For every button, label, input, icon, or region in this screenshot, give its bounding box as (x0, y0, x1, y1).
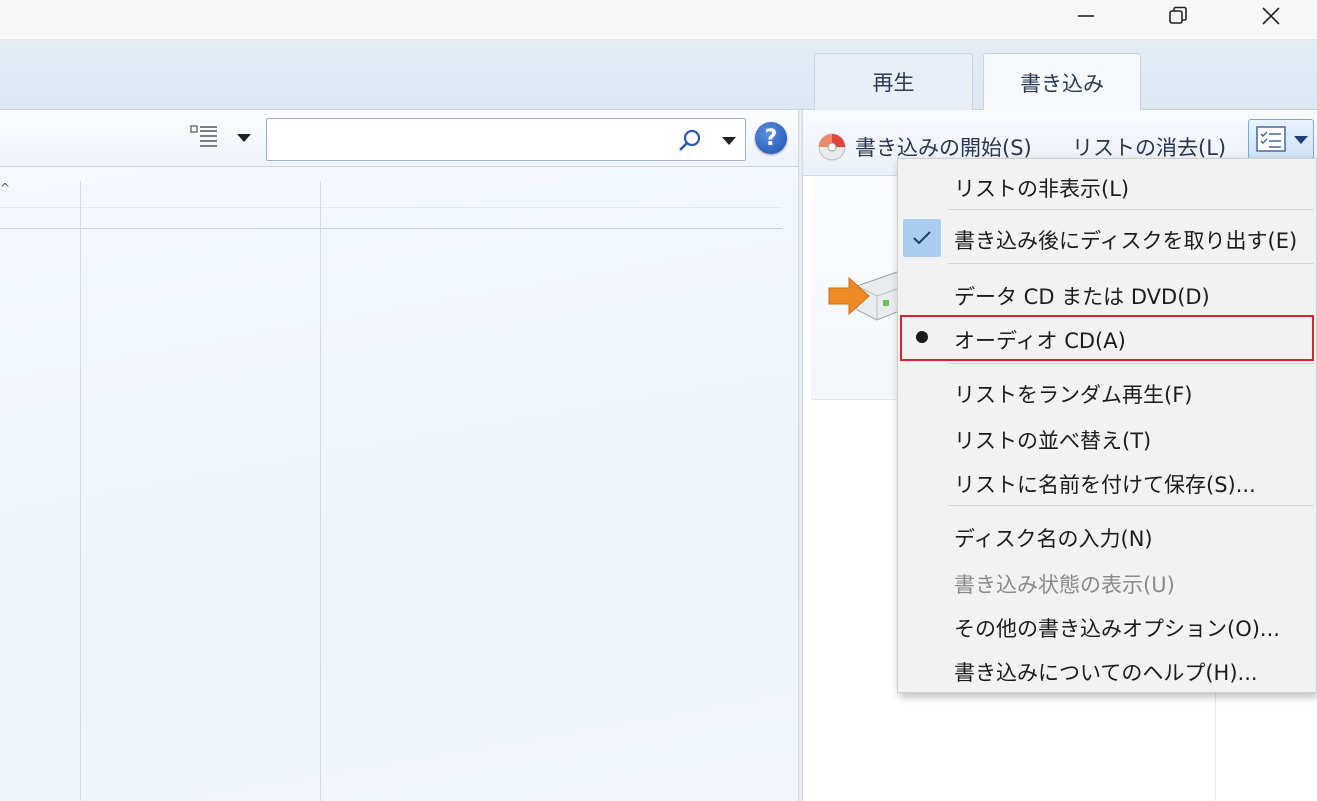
menu-separator (948, 505, 1314, 506)
checklist-options-icon (1256, 126, 1286, 152)
view-options-dropdown-arrow[interactable] (237, 134, 251, 142)
menu-item-save-list-as[interactable]: リストに名前を付けて保存(S)... (898, 459, 1316, 503)
column-divider[interactable] (80, 181, 81, 801)
check-icon (903, 219, 941, 257)
help-icon[interactable]: ? (755, 122, 787, 154)
library-list[interactable]: ^ (0, 167, 798, 801)
menu-item-label: ディスク名の入力(N) (954, 527, 1153, 551)
tab-play[interactable]: 再生 (814, 53, 973, 110)
close-icon (1262, 7, 1280, 25)
menu-item-label: リストをランダム再生(F) (954, 383, 1193, 407)
tab-burn-label: 書き込み (1020, 71, 1104, 96)
view-options-button[interactable] (189, 123, 221, 153)
tab-burn[interactable]: 書き込み (983, 53, 1141, 111)
search-icon[interactable] (677, 128, 703, 154)
menu-item-label: リストに名前を付けて保存(S)... (954, 473, 1256, 497)
menu-item-label: リストの非表示(L) (954, 177, 1130, 201)
menu-item-label: 書き込み後にディスクを取り出す(E) (954, 229, 1298, 253)
menu-item-label: オーディオ CD(A) (954, 329, 1126, 353)
tab-play-label: 再生 (872, 71, 915, 95)
library-toolbar: ? (0, 110, 798, 167)
menu-item-show-burn-status: 書き込み状態の表示(U) (898, 559, 1316, 603)
menu-separator (948, 209, 1314, 210)
menu-item-data-cd-dvd[interactable]: データ CD または DVD(D) (898, 271, 1316, 315)
minimize-button[interactable] (1040, 0, 1132, 32)
menu-item-label: その他の書き込みオプション(O)... (954, 617, 1280, 641)
burn-options-menu: リストの非表示(L) 書き込み後にディスクを取り出す(E) データ CD または… (897, 158, 1317, 693)
restore-icon (1169, 6, 1187, 24)
menu-item-shuffle-list[interactable]: リストをランダム再生(F) (898, 369, 1316, 413)
search-input[interactable] (275, 125, 665, 155)
menu-item-label: 書き込み状態の表示(U) (954, 573, 1175, 597)
menu-item-burn-help[interactable]: 書き込みについてのヘルプ(H)... (898, 647, 1316, 691)
menu-item-name-disc[interactable]: ディスク名の入力(N) (898, 513, 1316, 557)
menu-item-sort-list[interactable]: リストの並べ替え(T) (898, 415, 1316, 459)
sort-indicator: ^ (0, 181, 11, 195)
menu-separator (948, 263, 1314, 264)
column-divider[interactable] (320, 181, 321, 801)
menu-item-label: 書き込みについてのヘルプ(H)... (954, 661, 1258, 685)
menu-item-hide-list[interactable]: リストの非表示(L) (898, 163, 1316, 207)
menu-separator (948, 363, 1314, 364)
menu-item-audio-cd[interactable]: オーディオ CD(A) (898, 315, 1316, 361)
burn-options-button[interactable] (1248, 119, 1314, 159)
minimize-icon (1078, 15, 1094, 17)
chevron-down-icon (1294, 136, 1308, 144)
menu-item-eject-after-burn[interactable]: 書き込み後にディスクを取り出す(E) (898, 215, 1316, 259)
tab-strip: 再生 書き込み (0, 40, 1317, 111)
burn-disc-icon (818, 133, 846, 161)
menu-item-label: データ CD または DVD(D) (954, 285, 1210, 309)
menu-item-more-burn-options[interactable]: その他の書き込みオプション(O)... (898, 603, 1316, 647)
search-box (266, 118, 746, 161)
radio-bullet-icon (916, 331, 928, 343)
list-view-icon (190, 125, 217, 147)
header-divider (0, 207, 782, 208)
close-button[interactable] (1225, 0, 1317, 32)
title-bar (0, 0, 1317, 40)
column-header-row: ^ (0, 167, 782, 229)
restore-button[interactable] (1132, 0, 1224, 32)
menu-item-label: リストの並べ替え(T) (954, 429, 1152, 453)
help-icon-glyph: ? (764, 125, 778, 151)
search-dropdown-arrow[interactable] (722, 137, 736, 145)
